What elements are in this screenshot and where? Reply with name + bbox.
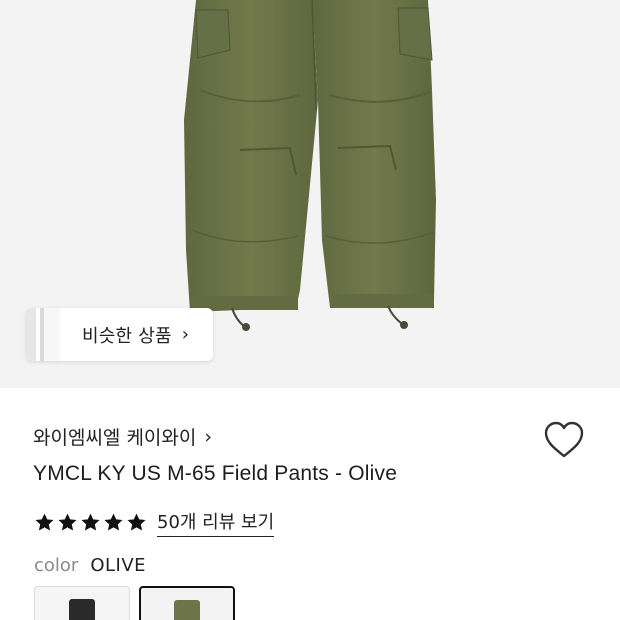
- brand-name: 와이엠씨엘 케이와이: [33, 427, 197, 449]
- star-icon: [104, 513, 123, 531]
- chevron-right-icon: ›: [181, 324, 189, 345]
- star-icon: [127, 513, 146, 531]
- product-title: YMCL KY US M-65 Field Pants - Olive: [33, 462, 398, 485]
- swatch-thumbnail: [69, 599, 95, 620]
- wishlist-button[interactable]: [542, 420, 586, 460]
- similar-thumbnail: [26, 308, 60, 361]
- star-icon: [35, 513, 54, 531]
- star-rating: [34, 512, 147, 533]
- review-link[interactable]: 50개 리뷰 보기: [157, 508, 275, 537]
- star-icon: [81, 513, 100, 531]
- rating-row: 50개 리뷰 보기: [34, 508, 275, 537]
- similar-products-label: 비슷한 상품: [82, 325, 172, 347]
- similar-products-button[interactable]: 비슷한 상품 ›: [26, 308, 213, 361]
- star-icon: [58, 513, 77, 531]
- color-swatch-olive[interactable]: [139, 586, 235, 620]
- color-option: color OLIVE: [34, 555, 146, 576]
- brand-link[interactable]: 와이엠씨엘 케이와이 ›: [33, 423, 212, 450]
- heart-icon: [544, 421, 584, 458]
- color-label: color: [34, 555, 79, 576]
- color-swatch-black[interactable]: [34, 586, 130, 620]
- chevron-right-icon: ›: [204, 425, 212, 448]
- swatch-thumbnail: [174, 600, 200, 620]
- product-image[interactable]: 비슷한 상품 ›: [0, 0, 620, 388]
- color-value: OLIVE: [90, 555, 147, 576]
